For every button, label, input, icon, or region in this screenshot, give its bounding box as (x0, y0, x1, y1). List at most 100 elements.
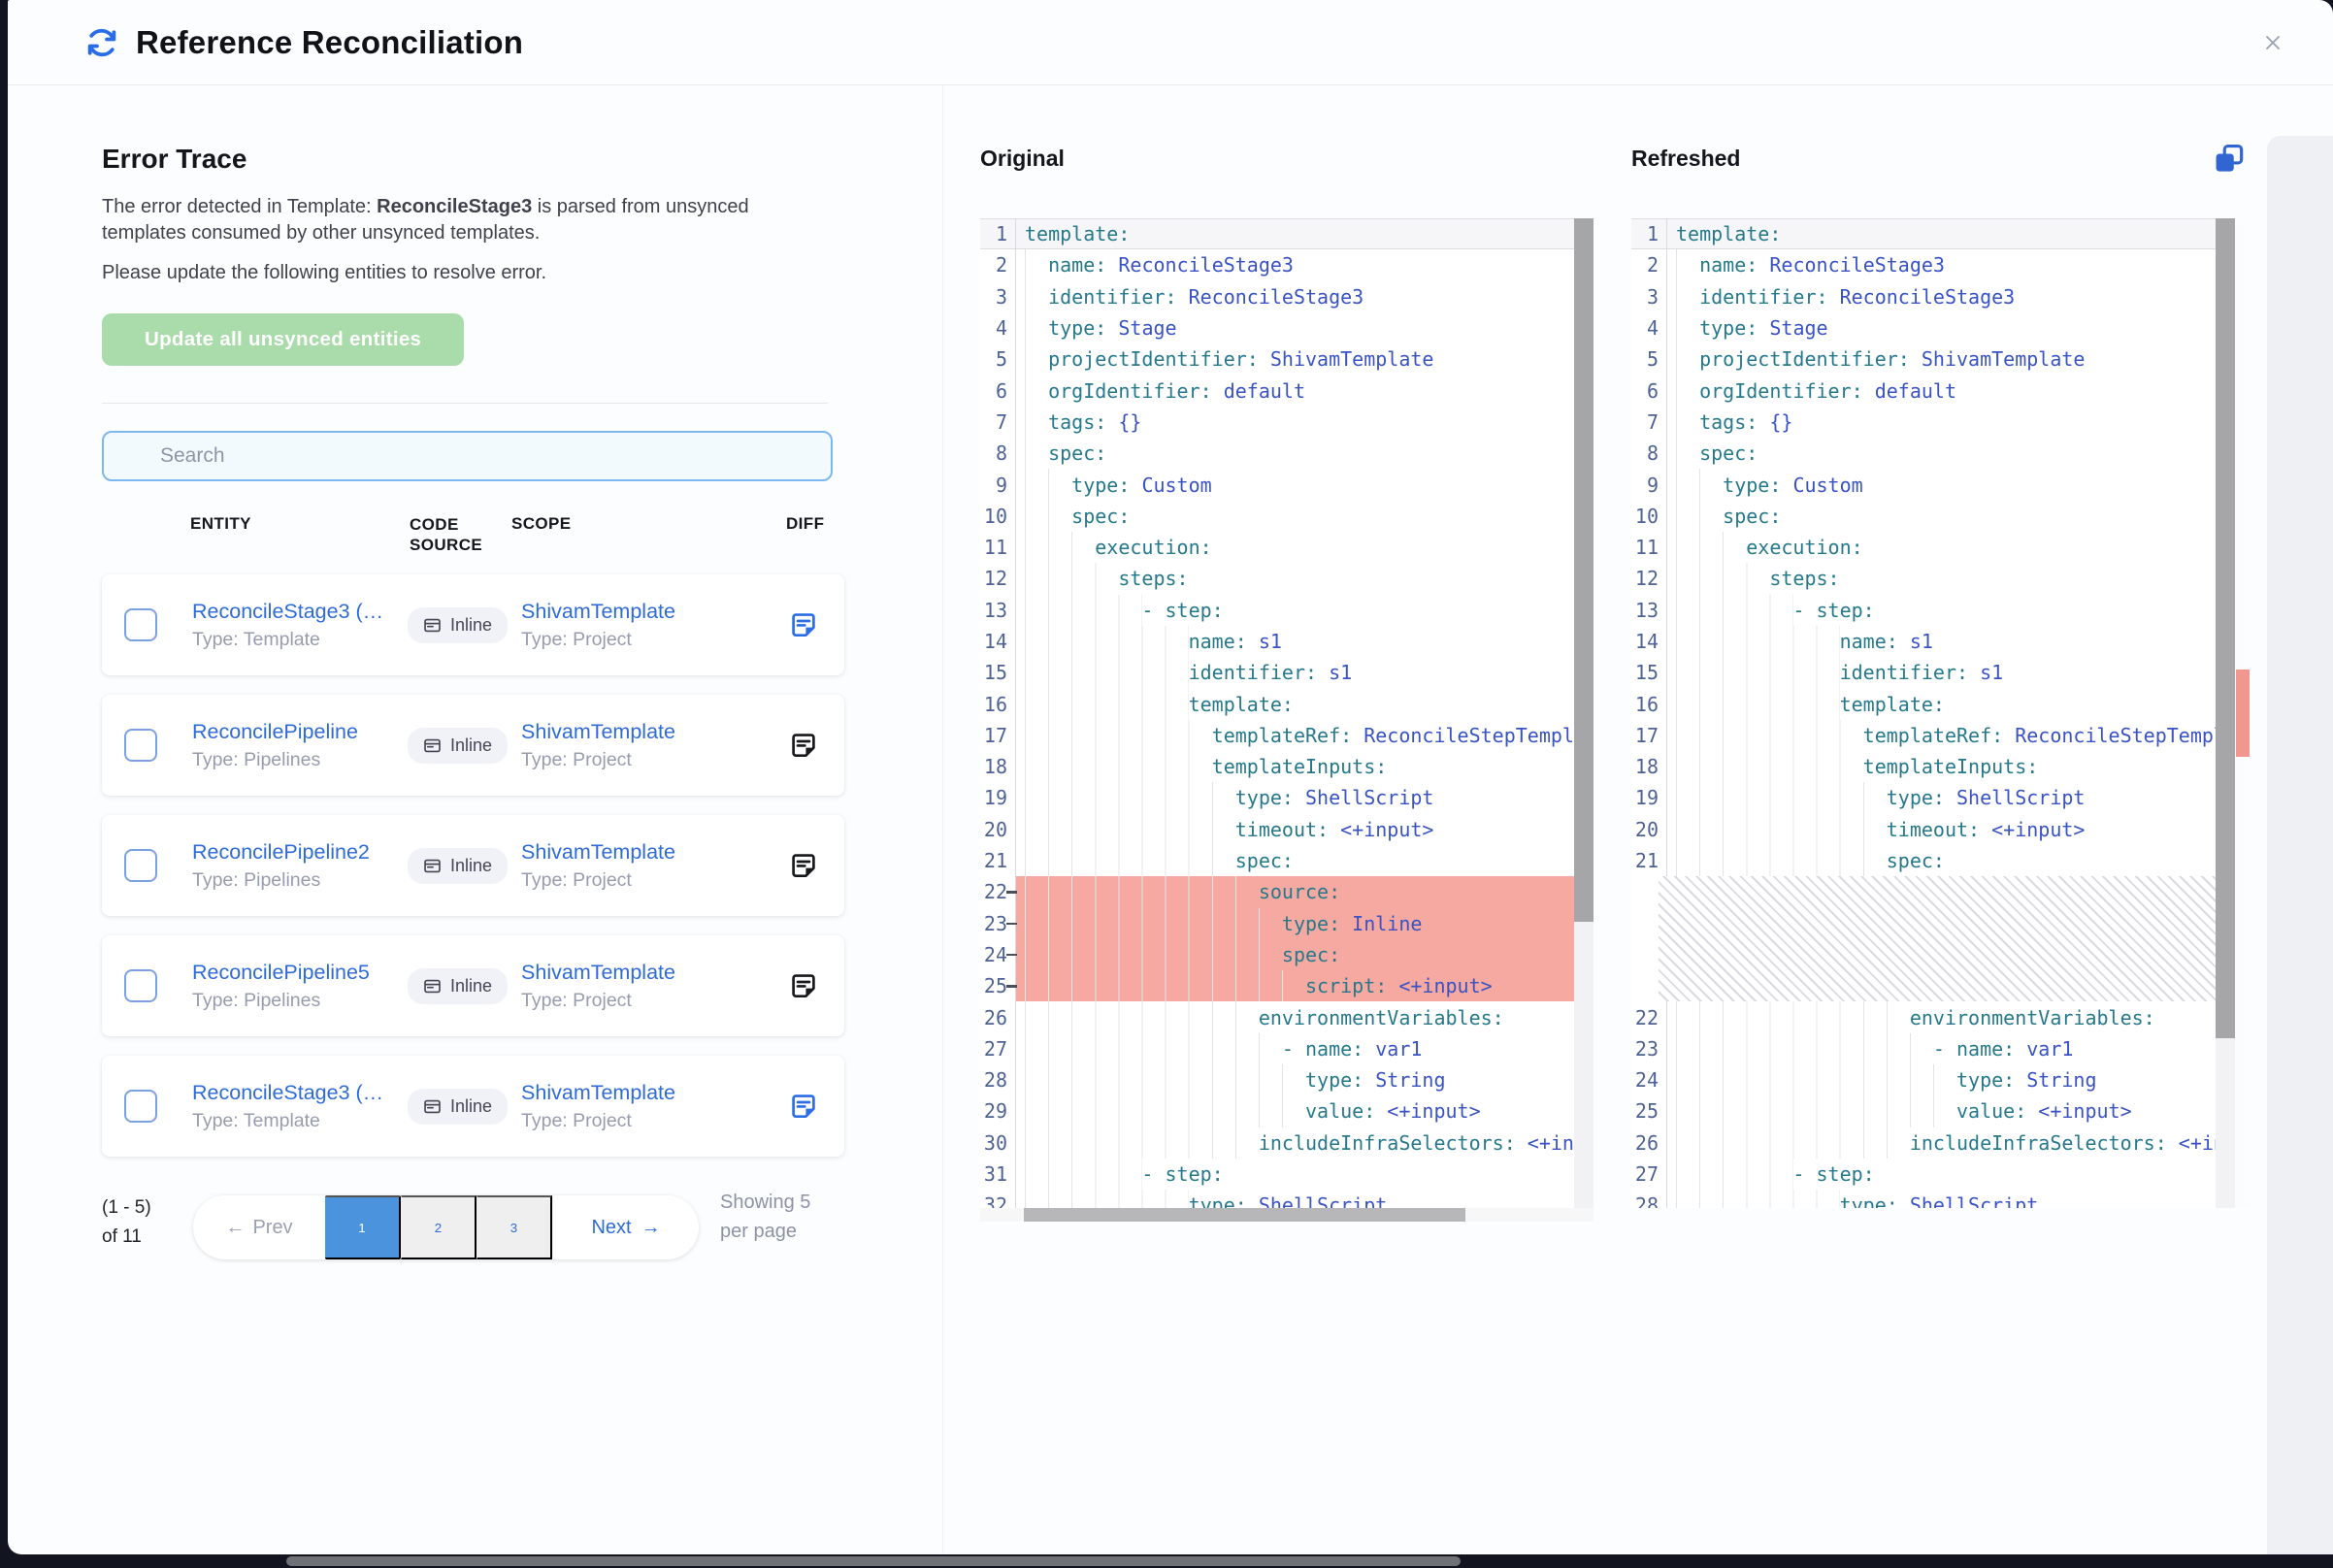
table-row: ReconcilePipelineType: Pipelines InlineS… (102, 695, 844, 796)
row-checkbox[interactable] (124, 849, 157, 882)
code-line: 2 name: ReconcileStage3 (1631, 249, 2251, 280)
code-source-label: Inline (450, 735, 492, 756)
refreshed-panel-title: Refreshed (1631, 146, 1740, 172)
original-vertical-scrollbar (1574, 218, 1594, 1208)
code-line: 8 spec: (1631, 438, 2251, 469)
row-checkbox[interactable] (124, 1090, 157, 1123)
column-header-code-source: CODE SOURCE (410, 514, 507, 555)
refreshed-vertical-scrollbar-thumb[interactable] (2216, 218, 2235, 1038)
page-button-1[interactable]: 1 (325, 1195, 401, 1259)
diff-note-icon[interactable] (788, 1091, 819, 1122)
pagination-controls: ←Prev 123 Next → (193, 1195, 699, 1259)
code-line: 9 type: Custom (980, 469, 1594, 500)
scope-link[interactable]: ShivamTemplate (521, 720, 788, 744)
original-vertical-scrollbar-thumb[interactable] (1574, 218, 1594, 922)
entity-type: Type: Template (192, 629, 408, 651)
code-line: 1template: (1631, 218, 2251, 249)
row-checkbox[interactable] (124, 729, 157, 762)
code-line: 23 type: Inline (980, 908, 1594, 939)
code-line: 29 value: <+input> (980, 1095, 1594, 1127)
diff-section: Original Refreshed 1template:2 name: Rec… (942, 85, 2333, 1554)
line-number: 10 (1631, 505, 1666, 528)
inline-source-icon (423, 977, 442, 996)
dialog-title: Reference Reconciliation (136, 24, 523, 61)
code-line: 2 name: ReconcileStage3 (980, 249, 1594, 280)
line-number: 17 (980, 724, 1015, 747)
scope-type: Type: Project (521, 869, 788, 892)
line-number: 16 (980, 693, 1015, 716)
code-line: 16 template: (980, 688, 1594, 719)
copy-button[interactable] (2205, 140, 2246, 180)
code-line: 19 type: ShellScript (1631, 782, 2251, 813)
update-all-unsynced-entities-button[interactable]: Update all unsynced entities (102, 313, 464, 366)
line-number: 19 (980, 786, 1015, 809)
line-number: 20 (980, 818, 1015, 841)
code-line: 7 tags: {} (1631, 407, 2251, 438)
code-line: 15 identifier: s1 (980, 657, 1594, 688)
inline-source-icon (423, 616, 442, 635)
page-button-3[interactable]: 3 (476, 1195, 552, 1259)
entity-type: Type: Pipelines (192, 869, 408, 892)
page-horizontal-scrollbar[interactable] (286, 1556, 1461, 1566)
per-page-text: Showing 5 per page (720, 1188, 837, 1246)
original-code-editor: 1template:2 name: ReconcileStage33 ident… (980, 218, 1594, 1208)
line-number: 24 (1631, 1068, 1666, 1092)
code-line: 9 type: Custom (1631, 469, 2251, 500)
code-line: 18 templateInputs: (1631, 751, 2251, 782)
dialog-header: Reference Reconciliation (8, 0, 2333, 85)
line-number: 11 (980, 536, 1015, 559)
line-number: 28 (1631, 1193, 1666, 1208)
code-line: 8 spec: (980, 438, 1594, 469)
diff-note-icon[interactable] (788, 850, 819, 881)
row-checkbox[interactable] (124, 969, 157, 1002)
line-number: 3 (1631, 285, 1666, 309)
diff-note-icon[interactable] (788, 730, 819, 761)
row-checkbox[interactable] (124, 608, 157, 641)
line-number: 17 (1631, 724, 1666, 747)
entity-link[interactable]: ReconcilePipeline5 (192, 961, 408, 985)
line-number: 12 (1631, 567, 1666, 590)
page-button-2[interactable]: 2 (401, 1195, 476, 1259)
entity-link[interactable]: ReconcilePipeline (192, 720, 408, 744)
scope-link[interactable]: ShivamTemplate (521, 1081, 788, 1105)
code-line: 10 spec: (980, 501, 1594, 532)
entity-link[interactable]: ReconcileStage3 (… (192, 600, 408, 624)
inline-source-icon (423, 857, 442, 875)
close-button[interactable] (2255, 25, 2290, 60)
scope-link[interactable]: ShivamTemplate (521, 840, 788, 865)
table-row: ReconcileStage3 (…Type: Template InlineS… (102, 1056, 844, 1157)
code-line: 14 name: s1 (1631, 626, 2251, 657)
diff-note-icon[interactable] (788, 970, 819, 1001)
arrow-right-icon: → (641, 1217, 661, 1239)
next-label: Next (591, 1217, 631, 1239)
scope-link[interactable]: ShivamTemplate (521, 961, 788, 985)
entity-link[interactable]: ReconcilePipeline2 (192, 840, 408, 865)
code-line: 15 identifier: s1 (1631, 657, 2251, 688)
original-horizontal-scrollbar (980, 1208, 1594, 1222)
line-number: 9 (980, 474, 1015, 497)
code-line: 26 includeInfraSelectors: <+in (1631, 1127, 2251, 1159)
close-icon (2261, 28, 2284, 57)
error-description: The error detected in Template: Reconcil… (102, 194, 781, 246)
search-input[interactable] (102, 431, 833, 481)
code-line: 17 templateRef: ReconcileStepTempl (980, 720, 1594, 751)
line-number: 27 (980, 1037, 1015, 1061)
prev-page-button[interactable]: ←Prev (193, 1195, 325, 1259)
next-page-button[interactable]: Next → (552, 1195, 699, 1259)
code-source-badge: Inline (408, 607, 508, 643)
refreshed-code-editor: 1template:2 name: ReconcileStage33 ident… (1631, 218, 2251, 1208)
code-line: 21 spec: (1631, 845, 2251, 876)
scope-link[interactable]: ShivamTemplate (521, 600, 788, 624)
original-horizontal-scrollbar-thumb[interactable] (1024, 1208, 1465, 1222)
diff-right-gutter (2267, 136, 2333, 1554)
entity-link[interactable]: ReconcileStage3 (… (192, 1081, 408, 1105)
column-header-entity: ENTITY (190, 514, 251, 534)
code-line: 5 projectIdentifier: ShivamTemplate (1631, 343, 2251, 375)
line-number: 2 (980, 253, 1015, 277)
reference-reconciliation-dialog: Reference Reconciliation Error Trace The… (8, 0, 2333, 1554)
search-box (102, 431, 833, 481)
code-line: 13 - step: (980, 595, 1594, 626)
diff-note-icon[interactable] (788, 609, 819, 640)
error-description-text: The error detected in Template: (102, 196, 377, 217)
line-number: 21 (1631, 849, 1666, 872)
